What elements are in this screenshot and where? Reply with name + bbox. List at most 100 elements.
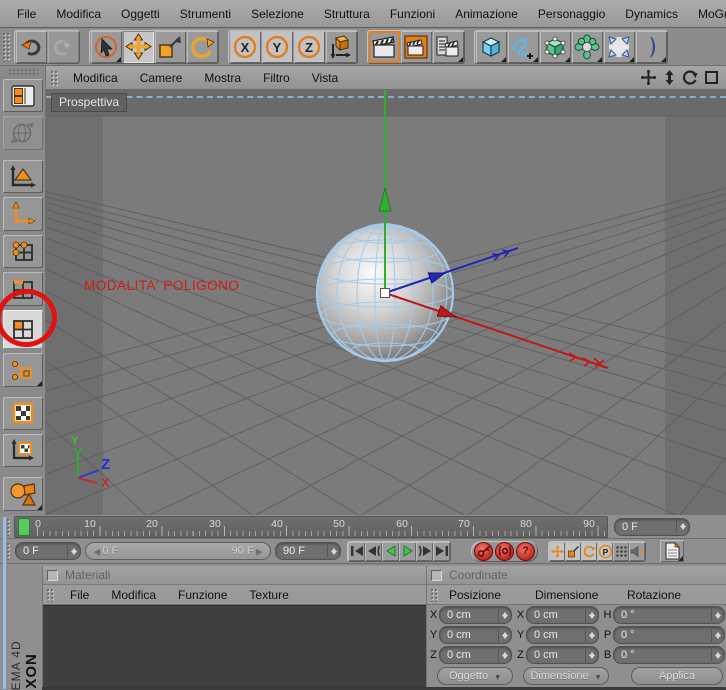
texture-axis-mode-button[interactable] — [2, 434, 43, 468]
key-parameter-button[interactable]: P — [597, 541, 613, 561]
go-to-end-button[interactable] — [433, 541, 450, 561]
live-selection-button[interactable] — [90, 30, 122, 63]
zoom-view-button[interactable] — [661, 69, 678, 86]
make-editable-button[interactable] — [2, 78, 43, 113]
object-mode-dropdown[interactable]: Oggetto — [437, 667, 513, 685]
dimension-mode-dropdown[interactable]: Dimensione — [523, 667, 609, 685]
record-keyframe-button[interactable] — [474, 541, 493, 561]
position-x-field[interactable]: 0 cm — [439, 606, 512, 624]
add-particle-emitter-button[interactable] — [603, 30, 635, 63]
dimension-x-field[interactable]: 0 cm — [526, 606, 599, 624]
current-frame-spinner[interactable]: 0 F — [614, 517, 690, 536]
texture-mode-button[interactable] — [2, 396, 43, 430]
lock-z-axis-button[interactable]: Z — [293, 30, 325, 63]
lock-y-axis-button[interactable]: Y — [261, 30, 293, 63]
rotation-h-field[interactable]: 0 ° — [613, 606, 725, 624]
spinner-arrows-icon[interactable] — [711, 628, 721, 642]
menu-oggetti[interactable]: Oggetti — [112, 4, 169, 24]
materials-menu-funzione[interactable]: Funzione — [167, 586, 238, 604]
go-to-start-button[interactable] — [348, 541, 365, 561]
key-scale-button[interactable] — [565, 541, 581, 561]
palette-grip[interactable] — [7, 68, 38, 76]
pan-view-button[interactable] — [640, 69, 657, 86]
menu-selezione[interactable]: Selezione — [242, 4, 313, 24]
move-tool-button[interactable] — [122, 30, 154, 63]
vp-menu-camere[interactable]: Camere — [129, 69, 194, 87]
key-position-button[interactable] — [549, 541, 565, 561]
render-picture-viewer-button[interactable] — [400, 30, 432, 63]
spinner-arrows-icon[interactable] — [498, 648, 508, 662]
add-modifier-button[interactable] — [571, 30, 603, 63]
polygon-mode-button[interactable] — [2, 309, 43, 350]
spinner-arrows-icon[interactable] — [676, 520, 686, 533]
edge-mode-button[interactable] — [2, 272, 43, 306]
spinner-arrows-icon[interactable] — [585, 628, 595, 642]
toolbar-grip[interactable] — [2, 31, 11, 62]
coordinates-grip[interactable] — [430, 587, 439, 602]
dimension-y-field[interactable]: 0 cm — [526, 626, 599, 644]
apply-button[interactable]: Applica — [631, 667, 723, 685]
object-axis-mode-button[interactable] — [2, 197, 43, 231]
add-cube-primitive-button[interactable] — [475, 30, 507, 63]
menu-animazione[interactable]: Animazione — [446, 4, 527, 24]
rotation-b-field[interactable]: 0 ° — [613, 646, 725, 664]
menu-funzioni[interactable]: Funzioni — [381, 4, 444, 24]
vp-menu-modifica[interactable]: Modifica — [62, 69, 129, 87]
add-spline-button[interactable] — [507, 30, 539, 63]
spinner-arrows-icon[interactable] — [711, 648, 721, 662]
rotate-view-button[interactable] — [682, 69, 699, 86]
texture-globe-mode-button[interactable] — [2, 116, 43, 150]
next-key-button[interactable] — [416, 541, 433, 561]
menu-file[interactable]: File — [8, 4, 45, 24]
menu-strumenti[interactable]: Strumenti — [171, 4, 240, 24]
model-mode-button[interactable] — [2, 159, 43, 194]
project-settings-button[interactable] — [660, 540, 684, 562]
previous-frame-button[interactable] — [382, 541, 399, 561]
previous-key-button[interactable] — [365, 541, 382, 561]
spinner-arrows-icon[interactable] — [585, 608, 595, 622]
animation-mode-button[interactable] — [2, 353, 43, 387]
dimension-z-field[interactable]: 0 cm — [526, 646, 599, 664]
materials-menu-file[interactable]: File — [59, 586, 100, 604]
key-sound-button[interactable] — [629, 541, 645, 561]
vp-menu-mostra[interactable]: Mostra — [193, 69, 252, 87]
render-view-button[interactable] — [368, 30, 400, 63]
vp-menu-vista[interactable]: Vista — [301, 69, 349, 87]
coordinate-system-button[interactable] — [325, 30, 357, 63]
undo-button[interactable] — [15, 30, 47, 63]
timeline-playhead[interactable] — [18, 517, 30, 536]
position-z-field[interactable]: 0 cm — [439, 646, 512, 664]
lock-x-axis-button[interactable]: X — [229, 30, 261, 63]
panel-checkbox-icon[interactable] — [431, 569, 442, 581]
menu-personaggio[interactable]: Personaggio — [529, 4, 614, 24]
autokey-button[interactable] — [495, 541, 514, 561]
preview-range-slider[interactable]: 0 F 90 F — [85, 542, 271, 560]
perspective-viewport[interactable]: Prospettiva MODALITA' POLIGONO Y Z X — [46, 90, 726, 515]
spinner-arrows-icon[interactable] — [327, 544, 337, 558]
redo-button[interactable] — [47, 30, 79, 63]
materials-list-area[interactable] — [43, 605, 426, 689]
viewport-menu-grip[interactable] — [50, 69, 59, 86]
range-start-spinner[interactable]: 0 F — [15, 542, 81, 560]
key-rotation-button[interactable] — [581, 541, 597, 561]
materials-menu-texture[interactable]: Texture — [238, 586, 299, 604]
menu-modifica[interactable]: Modifica — [47, 4, 110, 24]
keyframe-help-button[interactable]: ? — [516, 541, 535, 561]
menu-dynamics[interactable]: Dynamics — [616, 4, 687, 24]
vp-menu-filtro[interactable]: Filtro — [252, 69, 301, 87]
timeline-ruler[interactable]: 0 10 20 30 40 50 60 70 80 90 — [14, 515, 608, 538]
spinner-arrows-icon[interactable] — [711, 608, 721, 622]
render-settings-button[interactable] — [432, 30, 464, 63]
viewport-label[interactable]: Prospettiva — [51, 93, 128, 112]
materials-menu-grip[interactable] — [46, 587, 55, 602]
spinner-arrows-icon[interactable] — [585, 648, 595, 662]
play-button[interactable] — [399, 541, 416, 561]
scale-tool-button[interactable] — [154, 30, 186, 63]
dock-separator[interactable] — [2, 516, 7, 690]
add-generator-button[interactable] — [539, 30, 571, 63]
position-y-field[interactable]: 0 cm — [439, 626, 512, 644]
menu-mograph[interactable]: MoGraph — [689, 4, 726, 24]
point-mode-button[interactable] — [2, 234, 43, 269]
spinner-arrows-icon[interactable] — [498, 628, 508, 642]
rotation-p-field[interactable]: 0 ° — [613, 626, 725, 644]
